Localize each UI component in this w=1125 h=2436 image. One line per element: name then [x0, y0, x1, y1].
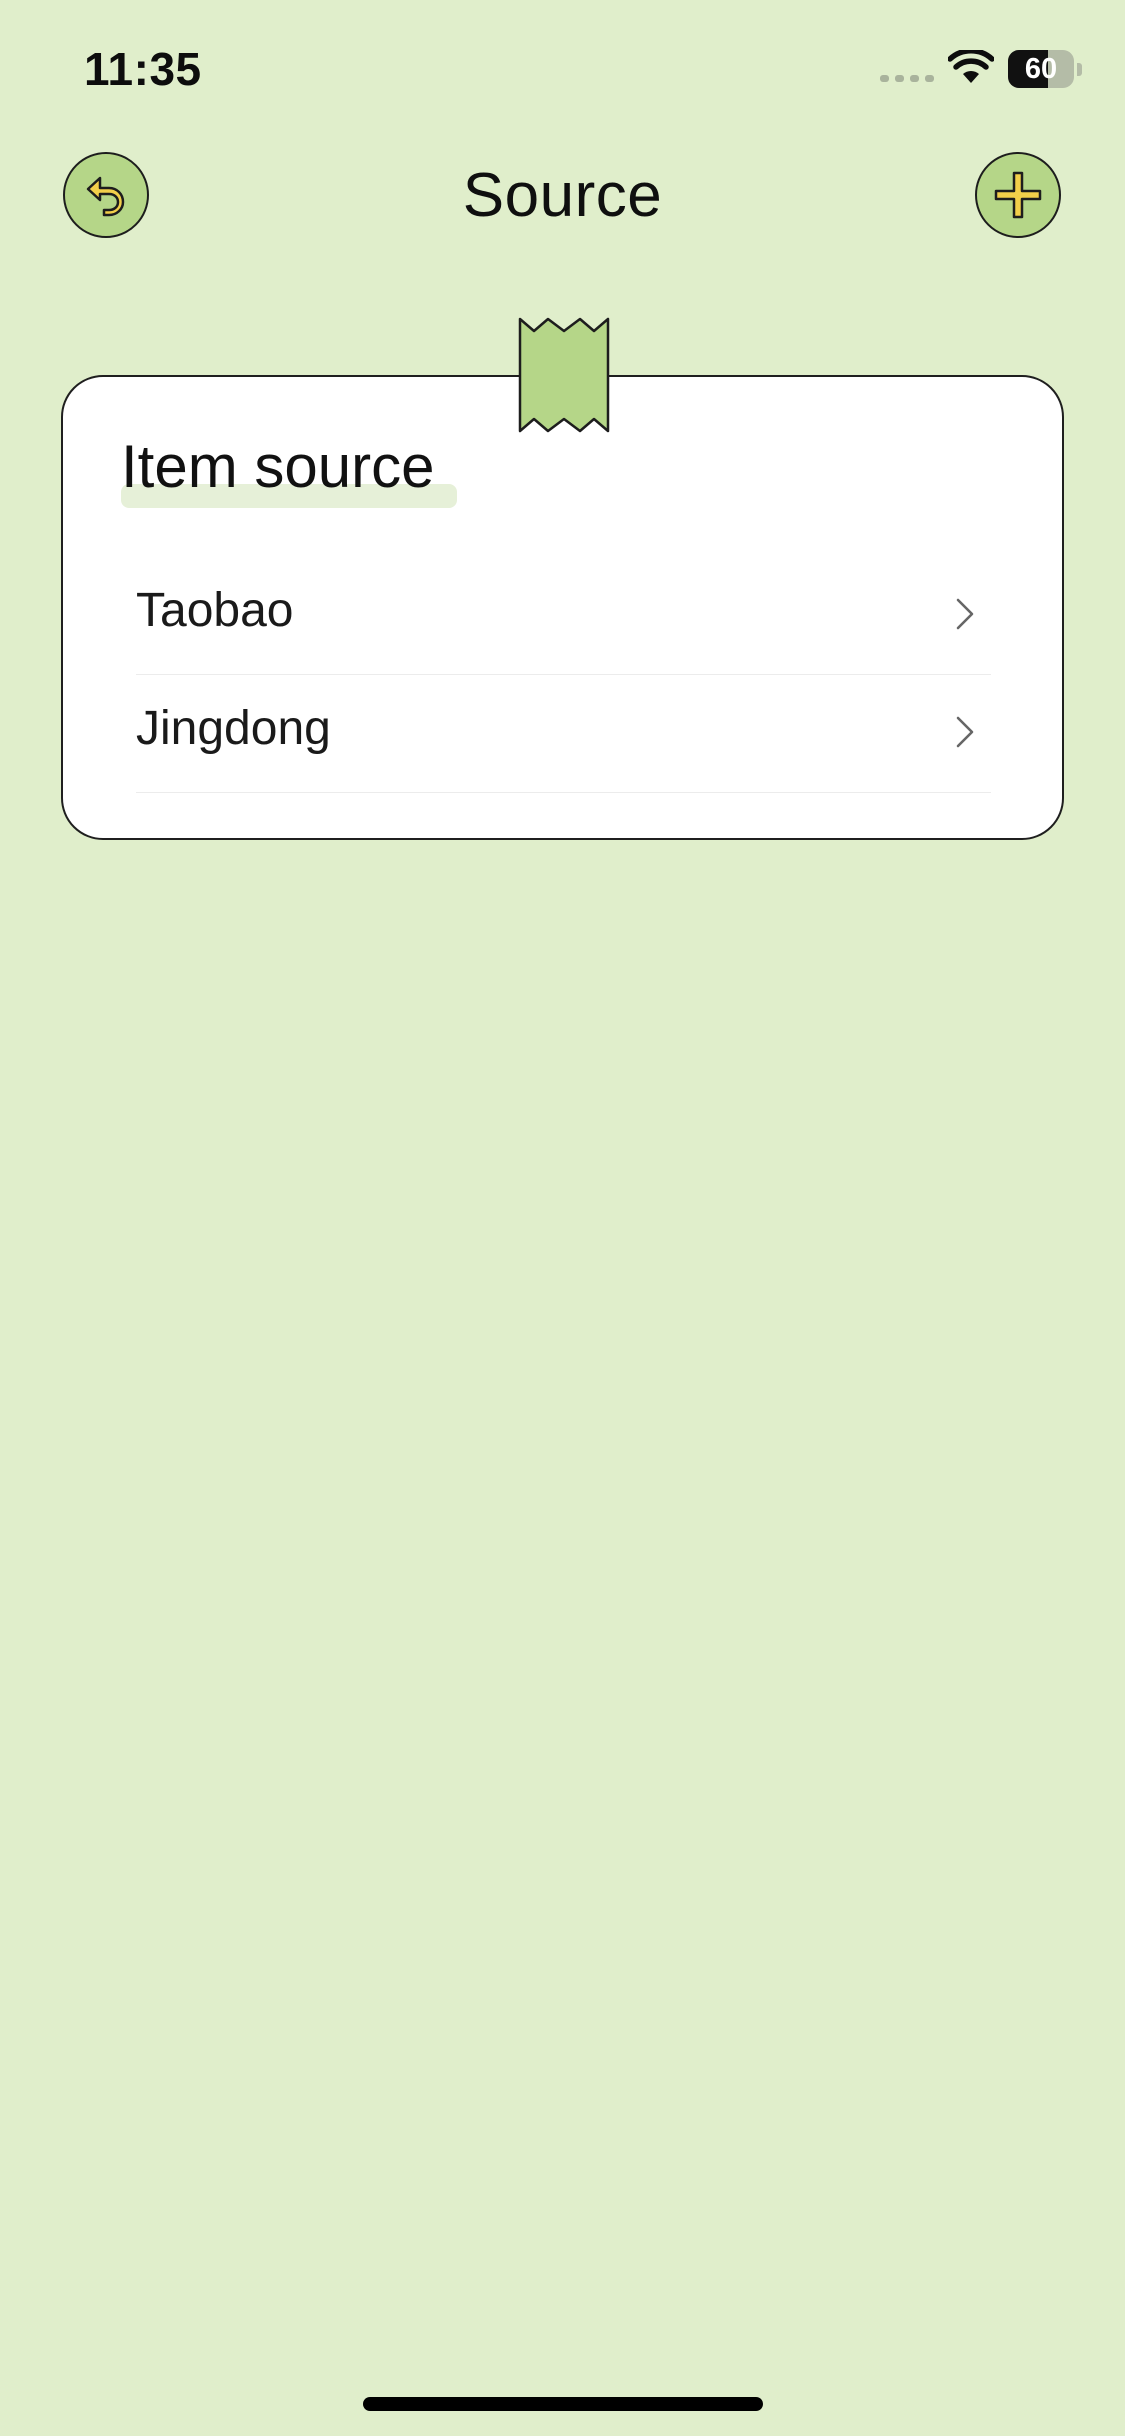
home-indicator	[363, 2397, 763, 2411]
list-item-label: Jingdong	[136, 702, 331, 755]
list-item-label: Taobao	[136, 584, 294, 637]
list-item-jingdong[interactable]: Jingdong	[136, 675, 991, 793]
card-title: Item source	[121, 433, 435, 500]
battery-level: 60	[1024, 53, 1058, 85]
washi-tape-icon	[518, 317, 610, 433]
source-card: Item source Taobao Jingdong	[61, 375, 1064, 840]
list-item-taobao[interactable]: Taobao	[136, 557, 991, 675]
status-bar: 11:35 60	[0, 0, 1125, 135]
battery-icon: 60	[1008, 50, 1082, 88]
signal-dots-icon	[880, 75, 934, 82]
plus-icon	[994, 171, 1042, 219]
chevron-right-icon	[956, 598, 974, 630]
wifi-icon	[948, 50, 994, 83]
chevron-right-icon	[956, 716, 974, 748]
card-title-wrap: Item source	[121, 432, 457, 508]
source-list: Taobao Jingdong	[136, 557, 991, 793]
page-title: Source	[462, 161, 663, 230]
add-button[interactable]	[975, 152, 1061, 238]
status-time: 11:35	[84, 43, 202, 95]
